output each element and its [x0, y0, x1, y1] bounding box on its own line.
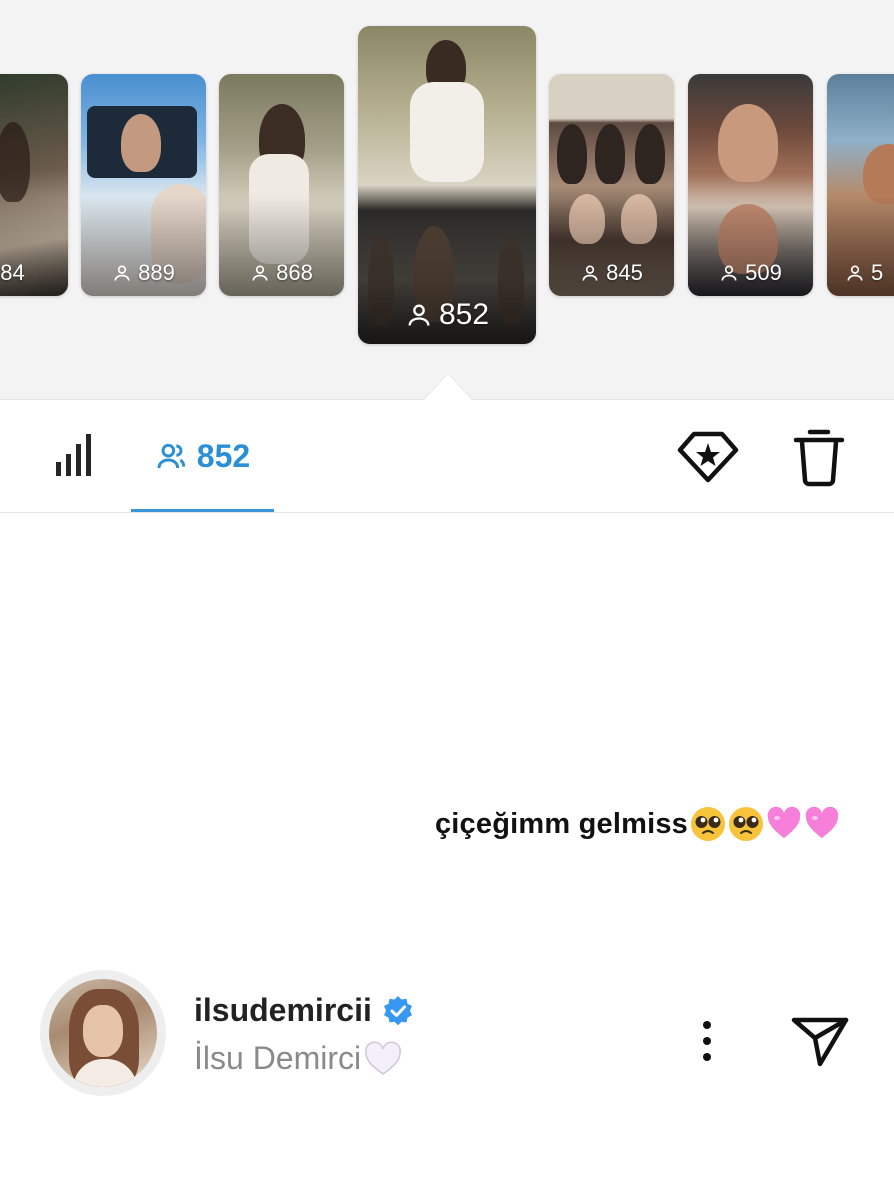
verified-badge-icon	[383, 995, 412, 1025]
bar-chart-icon	[56, 434, 91, 476]
highlight-star-icon	[677, 431, 739, 483]
viewers-icon	[114, 265, 130, 281]
viewers-icon	[847, 265, 863, 281]
caption-text: çiçeğimm gelmiss	[434, 807, 688, 840]
story-viewer-screen: 884 889 868	[0, 0, 894, 1200]
full-name: İlsu Demirci	[194, 1040, 362, 1076]
pink-heart-icon	[767, 806, 801, 838]
story-thumbnail[interactable]: 509	[688, 74, 813, 296]
story-strip: 884 889 868	[0, 0, 894, 400]
story-view-count: 884	[0, 260, 25, 285]
delete-story-button[interactable]	[790, 426, 848, 488]
viewers-tab[interactable]: 852	[131, 400, 274, 512]
send-icon	[791, 1017, 849, 1067]
username-row[interactable]: ilsudemircii	[194, 992, 414, 1029]
insights-tab[interactable]	[52, 432, 98, 478]
send-button[interactable]	[790, 1014, 850, 1068]
story-thumbnail[interactable]: 884	[0, 74, 68, 296]
story-caption: çiçeğimm gelmiss	[435, 806, 840, 842]
pleading-face-icon	[691, 807, 725, 841]
avatar[interactable]	[40, 970, 166, 1096]
active-tab-indicator	[131, 509, 274, 512]
viewers-icon	[408, 304, 430, 326]
viewers-icon	[252, 265, 268, 281]
story-view-count: 845	[549, 260, 674, 286]
story-thumbnail[interactable]: 845	[549, 74, 674, 296]
more-vertical-icon	[703, 1021, 711, 1061]
selection-pointer	[424, 374, 472, 400]
pink-heart-icon	[805, 806, 839, 838]
story-thumbnail-selected[interactable]: 852	[358, 26, 536, 344]
story-view-count: 5	[827, 260, 894, 286]
story-view-count: 868	[219, 260, 344, 286]
story-thumbnail[interactable]: 5	[827, 74, 894, 296]
viewers-icon	[721, 265, 737, 281]
story-view-count: 889	[81, 260, 206, 286]
add-to-highlight-button[interactable]	[676, 428, 740, 486]
story-thumbnail[interactable]: 868	[219, 74, 344, 296]
pleading-face-icon	[729, 807, 763, 841]
viewers-icon	[582, 265, 598, 281]
trash-icon	[793, 429, 845, 487]
full-name-row: İlsu Demirci	[194, 1040, 403, 1077]
viewers-count: 852	[196, 437, 251, 474]
story-thumbnail[interactable]: 889	[81, 74, 206, 296]
white-heart-icon	[365, 1041, 402, 1075]
story-view-count: 852	[358, 298, 536, 332]
avatar-image	[49, 979, 157, 1087]
story-view-count: 509	[688, 260, 813, 286]
viewers-icon	[157, 443, 185, 469]
more-options-button[interactable]	[690, 1018, 724, 1064]
username[interactable]: ilsudemircii	[194, 992, 372, 1029]
